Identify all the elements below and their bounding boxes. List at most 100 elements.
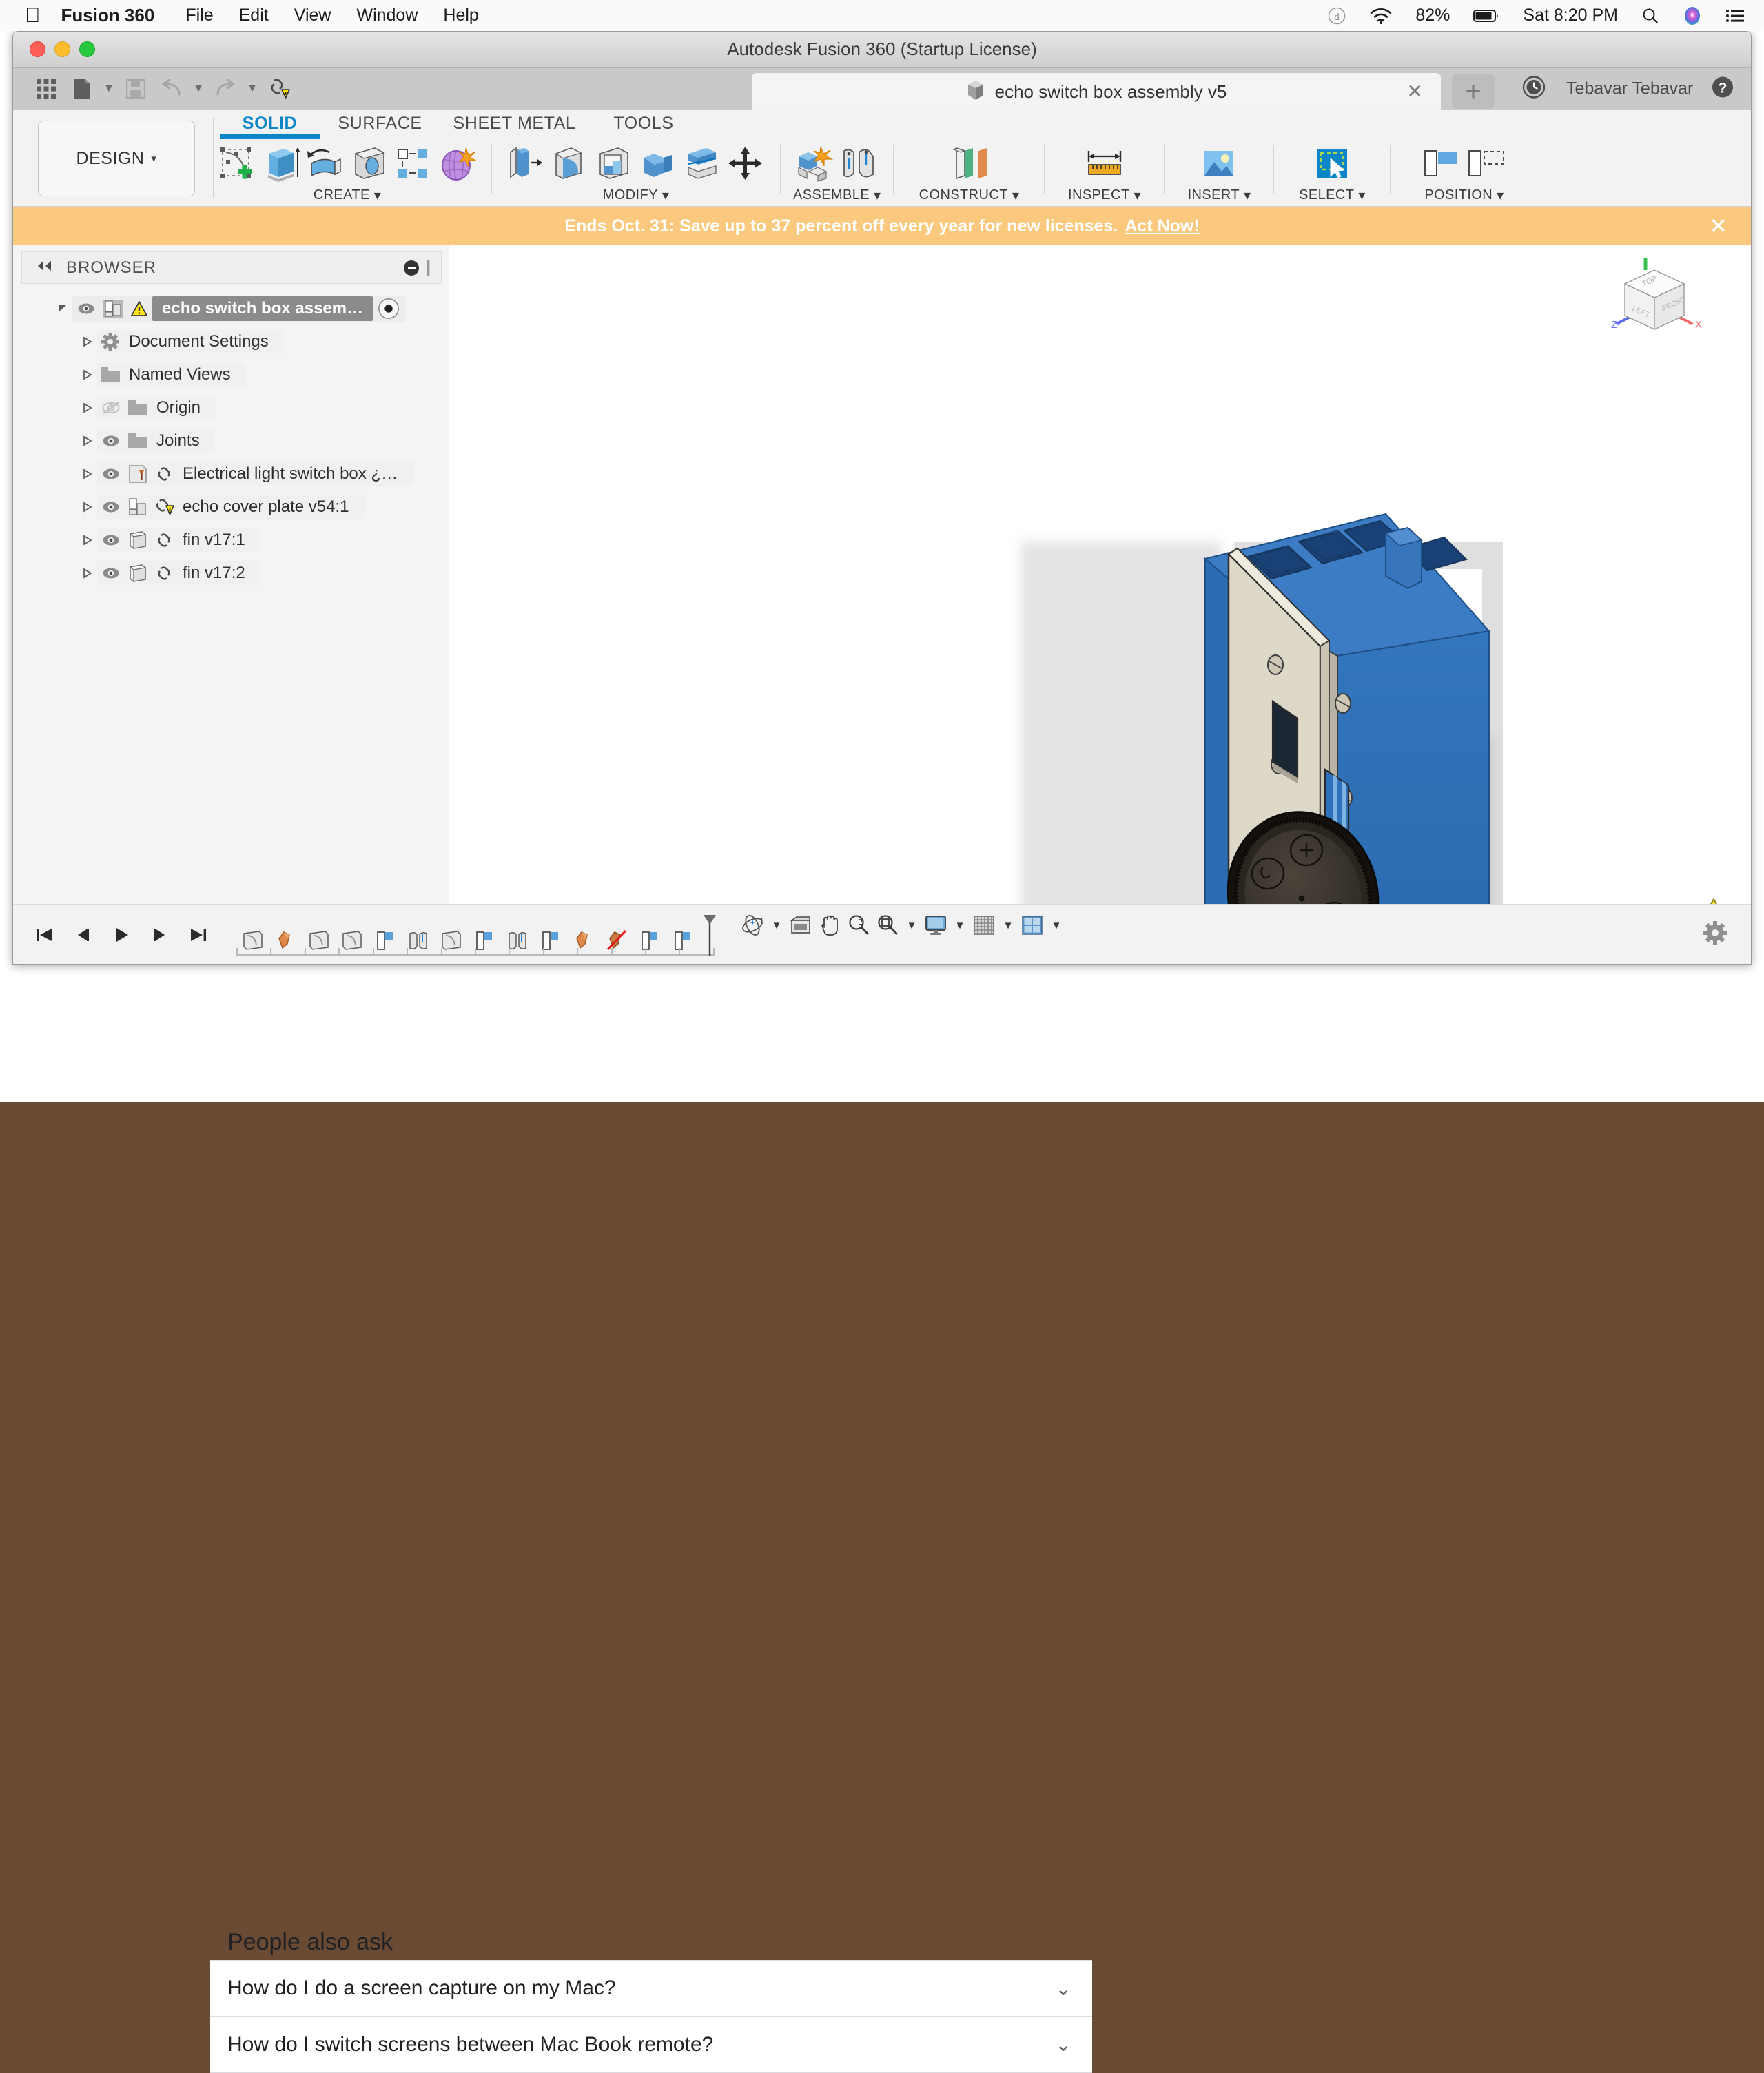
go-to-end-icon[interactable]: [184, 920, 213, 949]
tab-sheet-metal[interactable]: SHEET METAL: [440, 114, 588, 139]
chevron-down-icon[interactable]: ⌄: [1056, 2033, 1071, 2056]
tab-surface[interactable]: SURFACE: [320, 114, 440, 139]
menu-item-file[interactable]: File: [185, 6, 213, 25]
tree-item-label[interactable]: fin v17:2: [177, 564, 254, 583]
menu-app-name[interactable]: Fusion 360: [61, 5, 155, 26]
display-caret-icon[interactable]: ▼: [950, 909, 970, 941]
paa-question-row[interactable]: How do I do a screen capture on my Mac? …: [210, 1960, 1092, 2017]
step-back-icon[interactable]: [68, 920, 97, 949]
menu-item-help[interactable]: Help: [443, 6, 478, 25]
control-center-icon[interactable]: [1725, 8, 1745, 23]
tree-row-fin-2[interactable]: fin v17:2: [21, 557, 442, 590]
revolve-icon[interactable]: [304, 143, 347, 185]
align-icon[interactable]: [1421, 143, 1464, 185]
broken-link-warning-icon[interactable]: [261, 71, 297, 107]
expand-arrow-icon[interactable]: [53, 303, 72, 314]
tree-item-label[interactable]: Joints: [151, 431, 208, 451]
panel-insert-label[interactable]: INSERT ▾: [1177, 187, 1261, 204]
expand-arrow-icon[interactable]: [78, 336, 97, 347]
eye-visible-icon[interactable]: [97, 468, 125, 480]
tree-row-fin-1[interactable]: fin v17:1: [21, 524, 442, 557]
close-icon[interactable]: ✕: [1407, 82, 1423, 101]
tree-row-electrical-light-switch-box[interactable]: Electrical light switch box ¿…: [21, 457, 442, 491]
view-cube-icon[interactable]: Z X TOP LEFT FRONT: [1610, 258, 1713, 347]
search-icon[interactable]: [1641, 7, 1659, 25]
redo-caret-icon[interactable]: ▼: [243, 71, 261, 107]
eye-visible-icon[interactable]: [97, 567, 125, 579]
undo-caret-icon[interactable]: ▼: [189, 71, 207, 107]
panel-inspect-label[interactable]: INSPECT ▾: [1057, 187, 1151, 204]
close-icon[interactable]: ✕: [1709, 215, 1727, 237]
expand-arrow-icon[interactable]: [78, 402, 97, 413]
dropbox-icon[interactable]: d: [1327, 6, 1346, 25]
tree-row-origin[interactable]: Origin: [21, 391, 442, 424]
expand-arrow-icon[interactable]: [78, 435, 97, 446]
create-sketch-icon[interactable]: [216, 143, 258, 185]
link-warning-icon[interactable]: [151, 497, 177, 517]
panel-select-label[interactable]: SELECT ▾: [1286, 187, 1377, 204]
orbit-caret-icon[interactable]: ▼: [767, 909, 786, 941]
tree-row-document-settings[interactable]: Document Settings: [21, 325, 442, 358]
move-position-icon[interactable]: [1465, 143, 1508, 185]
eye-visible-icon[interactable]: [72, 302, 100, 315]
timeline-settings-button[interactable]: [1703, 920, 1751, 949]
eye-visible-icon[interactable]: [97, 435, 125, 447]
wifi-icon[interactable]: [1370, 8, 1392, 24]
user-account-label[interactable]: Tebavar Tebavar: [1566, 79, 1693, 99]
tree-row-echo-cover-plate[interactable]: echo cover plate v54:1: [21, 491, 442, 524]
app-grid-icon[interactable]: [28, 71, 64, 107]
expand-arrow-icon[interactable]: [78, 568, 97, 579]
fillet-icon[interactable]: [548, 143, 591, 185]
pattern-icon[interactable]: [392, 143, 435, 185]
look-at-icon[interactable]: [786, 909, 815, 941]
extrude-icon[interactable]: [260, 143, 302, 185]
tree-item-label[interactable]: Electrical light switch box ¿…: [177, 464, 406, 484]
chevron-down-icon[interactable]: ⌄: [1056, 1977, 1071, 2000]
clock-label[interactable]: Sat 8:20 PM: [1523, 6, 1618, 25]
tab-solid[interactable]: SOLID: [220, 114, 320, 139]
sweep-icon[interactable]: [348, 143, 391, 185]
play-icon[interactable]: [107, 920, 136, 949]
new-document-icon[interactable]: [64, 71, 100, 107]
tree-row-named-views[interactable]: Named Views: [21, 358, 442, 391]
viewports-icon[interactable]: [1018, 909, 1047, 941]
job-status-clock-icon[interactable]: [1522, 76, 1546, 103]
expand-arrow-icon[interactable]: [78, 369, 97, 380]
new-tab-button[interactable]: +: [1452, 74, 1495, 109]
menu-item-window[interactable]: Window: [356, 6, 418, 25]
pan-icon[interactable]: [815, 909, 844, 941]
tree-item-label[interactable]: Document Settings: [123, 332, 277, 351]
eye-visible-icon[interactable]: [97, 501, 125, 513]
document-tab[interactable]: echo switch box assembly v5 ✕: [752, 73, 1441, 110]
measure-icon[interactable]: [1077, 143, 1132, 185]
expand-arrow-icon[interactable]: [78, 502, 97, 513]
press-pull-icon[interactable]: [504, 143, 547, 185]
redo-icon[interactable]: [207, 71, 243, 107]
activate-component-radio[interactable]: [378, 298, 399, 319]
expand-arrow-icon[interactable]: [78, 468, 97, 479]
tree-row-root[interactable]: echo switch box assem…: [21, 292, 442, 325]
paa-question-row[interactable]: How do I switch screens between Mac Book…: [210, 2017, 1092, 2073]
new-document-caret-icon[interactable]: ▼: [100, 71, 118, 107]
shell-icon[interactable]: [593, 143, 635, 185]
promo-banner-link[interactable]: Act Now!: [1125, 216, 1199, 236]
panel-construct-label[interactable]: CONSTRUCT ▾: [906, 187, 1032, 204]
menu-item-view[interactable]: View: [294, 6, 331, 25]
eye-visible-icon[interactable]: [97, 534, 125, 546]
panel-create-label[interactable]: CREATE ▾: [216, 187, 479, 204]
panel-position-label[interactable]: POSITION ▾: [1403, 187, 1525, 204]
joint-icon[interactable]: [837, 143, 880, 185]
tab-tools[interactable]: TOOLS: [588, 114, 699, 139]
panel-assemble-label[interactable]: ASSEMBLE ▾: [793, 187, 881, 204]
workspace-selector-button[interactable]: DESIGN ▾: [38, 121, 195, 196]
offset-plane-icon[interactable]: [936, 143, 1002, 185]
combine-icon[interactable]: [637, 143, 679, 185]
step-forward-icon[interactable]: [145, 920, 174, 949]
expand-arrow-icon[interactable]: [78, 535, 97, 546]
insert-image-icon[interactable]: [1195, 143, 1243, 185]
tree-item-label[interactable]: Named Views: [123, 365, 239, 384]
3d-viewport[interactable]: Z X TOP LEFT FRONT: [449, 245, 1751, 965]
tree-item-label[interactable]: fin v17:1: [177, 530, 254, 550]
viewports-caret-icon[interactable]: ▼: [1047, 909, 1066, 941]
eye-hidden-icon[interactable]: [97, 401, 125, 415]
